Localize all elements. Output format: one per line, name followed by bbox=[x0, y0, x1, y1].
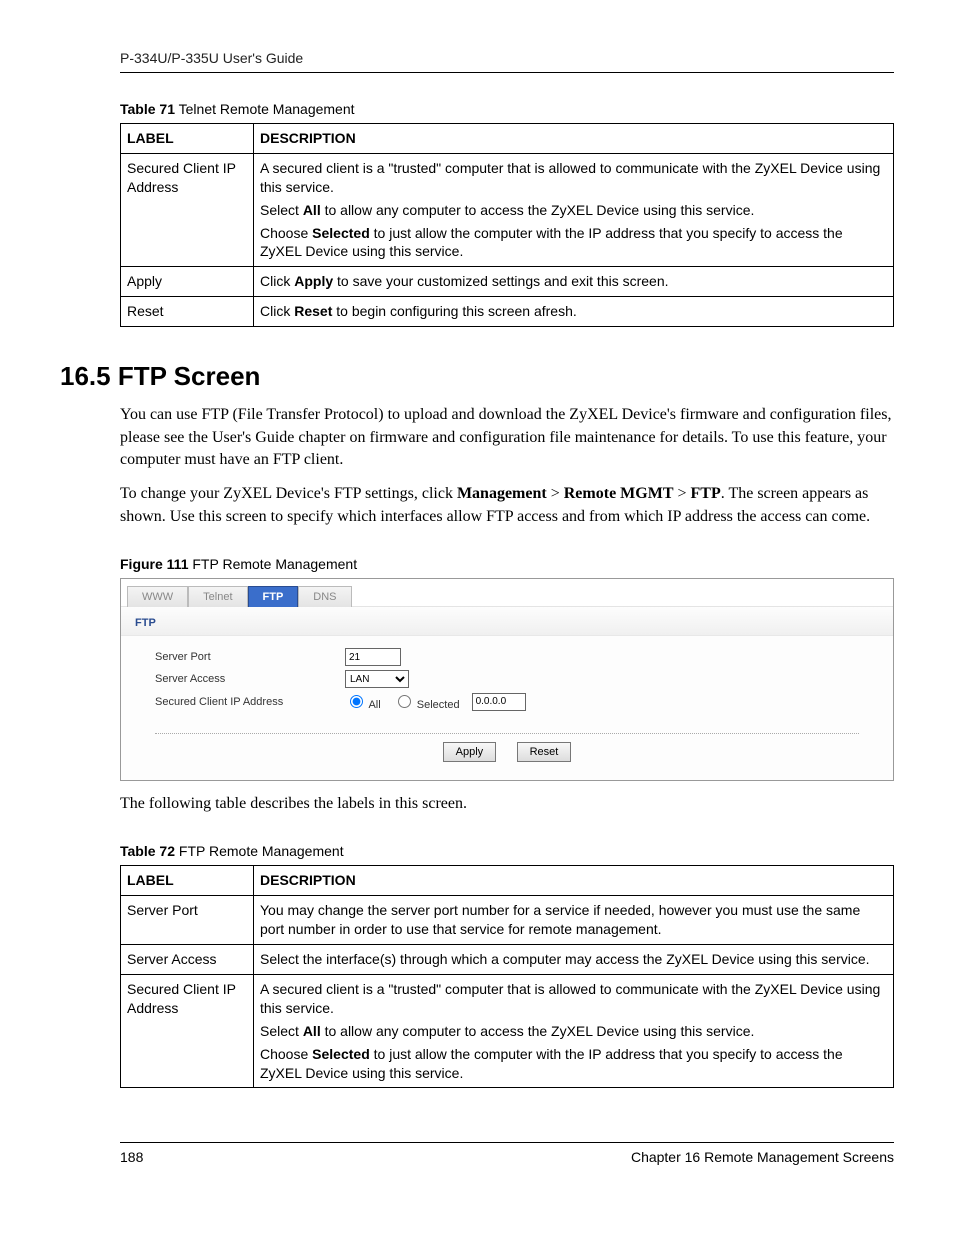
table-row-label: Server Access bbox=[121, 945, 254, 975]
table-row-desc: Click Reset to begin configuring this sc… bbox=[254, 297, 894, 327]
table71-caption-bold: Table 71 bbox=[120, 101, 175, 117]
table-row-label: Apply bbox=[121, 267, 254, 297]
table72-caption-rest: FTP Remote Management bbox=[175, 843, 344, 859]
page-footer: 188 Chapter 16 Remote Management Screens bbox=[120, 1142, 894, 1165]
server-port-label: Server Port bbox=[155, 651, 345, 663]
tab-telnet[interactable]: Telnet bbox=[188, 586, 247, 607]
server-access-label: Server Access bbox=[155, 673, 345, 685]
secured-ip-input[interactable] bbox=[472, 693, 526, 711]
table72: LABEL DESCRIPTION Server PortYou may cha… bbox=[120, 865, 894, 1088]
table-row-desc: You may change the server port number fo… bbox=[254, 896, 894, 945]
table72-header-label: LABEL bbox=[121, 866, 254, 896]
section-para2: To change your ZyXEL Device's FTP settin… bbox=[120, 483, 894, 528]
table72-header-desc: DESCRIPTION bbox=[254, 866, 894, 896]
table-row-desc: A secured client is a "trusted" computer… bbox=[254, 975, 894, 1088]
table-row-label: Reset bbox=[121, 297, 254, 327]
table71: LABEL DESCRIPTION Secured Client IP Addr… bbox=[120, 123, 894, 327]
table-row-label: Secured Client IP Address bbox=[121, 975, 254, 1088]
figure-caption-rest: FTP Remote Management bbox=[188, 556, 357, 572]
radio-selected[interactable] bbox=[398, 695, 411, 708]
server-port-input[interactable] bbox=[345, 648, 401, 666]
table-row-desc: A secured client is a "trusted" computer… bbox=[254, 153, 894, 266]
figure-panel-title: FTP bbox=[121, 607, 893, 636]
figure-screenshot: WWWTelnetFTPDNS FTP Server Port Server A… bbox=[120, 578, 894, 781]
tab-www[interactable]: WWW bbox=[127, 586, 188, 607]
figure-caption-bold: Figure 111 bbox=[120, 556, 188, 572]
section-para1: You can use FTP (File Transfer Protocol)… bbox=[120, 404, 894, 471]
table71-caption-rest: Telnet Remote Management bbox=[175, 101, 355, 117]
table72-caption-bold: Table 72 bbox=[120, 843, 175, 859]
table-row-label: Server Port bbox=[121, 896, 254, 945]
table72-caption: Table 72 FTP Remote Management bbox=[120, 843, 894, 859]
figure-tabs: WWWTelnetFTPDNS bbox=[121, 579, 893, 607]
after-figure-text: The following table describes the labels… bbox=[120, 793, 894, 815]
table-row-label: Secured Client IP Address bbox=[121, 153, 254, 266]
running-header: P-334U/P-335U User's Guide bbox=[120, 50, 894, 73]
radio-all-label[interactable]: All bbox=[345, 692, 381, 711]
tab-ftp[interactable]: FTP bbox=[248, 586, 299, 607]
table71-header-label: LABEL bbox=[121, 124, 254, 154]
section-heading: 16.5 FTP Screen bbox=[60, 361, 894, 392]
page-number: 188 bbox=[120, 1149, 143, 1165]
chapter-title: Chapter 16 Remote Management Screens bbox=[631, 1149, 894, 1165]
server-access-select[interactable]: LAN bbox=[345, 670, 409, 688]
table71-caption: Table 71 Telnet Remote Management bbox=[120, 101, 894, 117]
secured-client-ip-label: Secured Client IP Address bbox=[155, 696, 345, 708]
apply-button[interactable]: Apply bbox=[443, 742, 497, 762]
figure-caption: Figure 111 FTP Remote Management bbox=[120, 556, 894, 572]
radio-all[interactable] bbox=[350, 695, 363, 708]
reset-button[interactable]: Reset bbox=[517, 742, 572, 762]
table-row-desc: Select the interface(s) through which a … bbox=[254, 945, 894, 975]
tab-dns[interactable]: DNS bbox=[298, 586, 351, 607]
table-row-desc: Click Apply to save your customized sett… bbox=[254, 267, 894, 297]
radio-selected-label[interactable]: Selected bbox=[393, 692, 460, 711]
table71-header-desc: DESCRIPTION bbox=[254, 124, 894, 154]
figure-divider bbox=[155, 733, 859, 734]
